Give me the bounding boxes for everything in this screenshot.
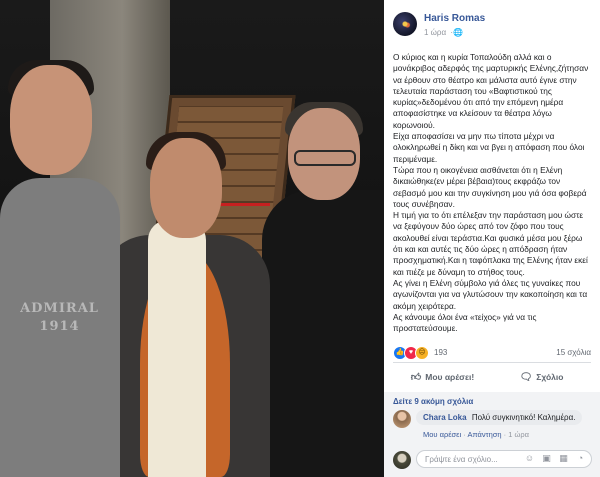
comment-count[interactable]: 15 σχόλια bbox=[556, 348, 591, 357]
sad-icon: ☹ bbox=[415, 346, 429, 360]
commenter-avatar[interactable] bbox=[393, 410, 411, 428]
divider bbox=[393, 362, 591, 363]
thumbs-up-icon: 👍︎ bbox=[410, 372, 422, 383]
post-body: Ο κύριος και η κυρία Τοπαλούδη αλλά και … bbox=[393, 52, 593, 334]
speech-bubble-icon: 🗨︎ bbox=[519, 371, 533, 383]
comment-button[interactable]: 🗨︎ Σχόλιο bbox=[492, 366, 591, 388]
reaction-icons[interactable]: 👍 ♥ ☹ bbox=[393, 346, 429, 360]
hoodie-print-line: 1914 bbox=[39, 319, 80, 334]
post-paragraph: Τώρα που η οικογένεια αισθάνεται ότι η Ε… bbox=[393, 164, 587, 209]
comment-actions: Μου αρέσει · Απάντηση · 1 ώρα bbox=[423, 430, 529, 439]
like-button-label: Μου αρέσει! bbox=[425, 372, 475, 382]
man-center-head bbox=[150, 138, 222, 238]
comment-bubble: Chara Loka Πολύ συγκινητικό! Καλημέρα. bbox=[416, 410, 583, 425]
comment-text: Πολύ συγκινητικό! Καλημέρα. bbox=[471, 413, 576, 422]
comment-reply-link[interactable]: Απάντηση bbox=[467, 430, 501, 439]
post-paragraph: Ο κύριος και η κυρία Τοπαλούδη αλλά και … bbox=[393, 52, 589, 130]
comment-input-icons: ☺ ▣ ▦ ◔ bbox=[518, 453, 586, 464]
write-comment-box: Γράψτε ένα σχόλιο... ☺ ▣ ▦ ◔ bbox=[393, 450, 593, 470]
view-more-comments-link[interactable]: Δείτε 9 ακόμη σχόλια bbox=[393, 397, 473, 406]
commenter-name[interactable]: Chara Loka bbox=[423, 413, 467, 422]
comment-input[interactable]: Γράψτε ένα σχόλιο... ☺ ▣ ▦ ◔ bbox=[416, 450, 592, 468]
comments-section: Δείτε 9 ακόμη σχόλια Chara Loka Πολύ συγ… bbox=[384, 392, 600, 477]
reaction-count[interactable]: 193 bbox=[434, 348, 447, 357]
man-center-scarf bbox=[148, 220, 206, 477]
post-paragraph: Ας γίνει η Ελένη σύμβολο γιά όλες τις γυ… bbox=[393, 277, 588, 311]
comment-button-label: Σχόλιο bbox=[536, 372, 564, 382]
man-right-body bbox=[262, 190, 384, 477]
author-name[interactable]: Haris Romas bbox=[424, 13, 485, 24]
comment: Chara Loka Πολύ συγκινητικό! Καλημέρα. Μ… bbox=[393, 410, 593, 439]
reactions-bar: 👍 ♥ ☹ 193 15 σχόλια bbox=[393, 346, 591, 360]
post-panel: Haris Romas 1 ώρα ·🌐 Ο κύριος και η κυρί… bbox=[384, 0, 600, 477]
man-right-glasses bbox=[294, 150, 356, 166]
post-photo[interactable]: ADMIRAL 1914 bbox=[0, 0, 384, 477]
comment-like-link[interactable]: Μου αρέσει bbox=[423, 430, 461, 439]
post-timestamp[interactable]: 1 ώρα ·🌐 bbox=[424, 28, 463, 37]
camera-icon[interactable]: ▣ bbox=[541, 453, 552, 464]
author-avatar[interactable] bbox=[393, 12, 417, 36]
young-man-head bbox=[10, 65, 92, 175]
like-button[interactable]: 👍︎ Μου αρέσει! bbox=[393, 366, 492, 388]
hoodie-print: ADMIRAL 1914 bbox=[12, 300, 107, 370]
sticker-icon[interactable]: ◔ bbox=[575, 453, 586, 464]
comment-time[interactable]: 1 ώρα bbox=[508, 430, 529, 439]
emoji-icon[interactable]: ☺ bbox=[524, 453, 535, 464]
timestamp-text: 1 ώρα bbox=[424, 28, 447, 37]
post-actions: 👍︎ Μου αρέσει! 🗨︎ Σχόλιο bbox=[393, 366, 591, 388]
post-header: Haris Romas 1 ώρα ·🌐 bbox=[384, 0, 600, 44]
gif-icon[interactable]: ▦ bbox=[558, 453, 569, 464]
comment-input-placeholder: Γράψτε ένα σχόλιο... bbox=[425, 455, 498, 464]
post-paragraph: Είχα αποφασίσει να μην πω τίποτα μέχρι ν… bbox=[393, 131, 585, 164]
globe-icon: ·🌐 bbox=[450, 28, 463, 37]
post-paragraph: Η τιμή για το ότι επέλεξαν την παράσταση… bbox=[393, 210, 588, 277]
current-user-avatar bbox=[393, 451, 411, 469]
hoodie-print-line: ADMIRAL bbox=[20, 301, 99, 316]
post-paragraph: Ας κάνουμε όλοι ένα «τείχος» γιά να τις … bbox=[393, 311, 537, 334]
